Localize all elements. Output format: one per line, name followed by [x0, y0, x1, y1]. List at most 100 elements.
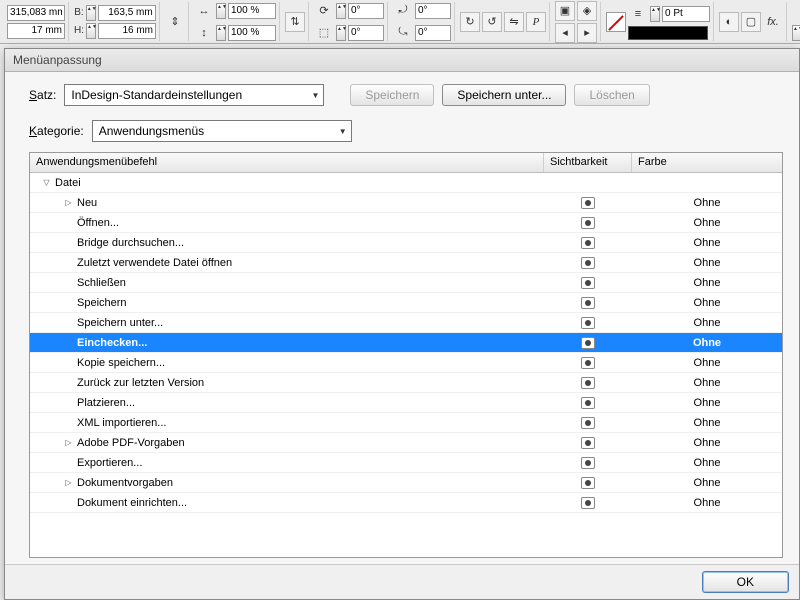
- cell-color[interactable]: Ohne: [632, 377, 782, 389]
- table-row[interactable]: Öffnen...Ohne: [30, 213, 782, 233]
- scaley-spin[interactable]: ▲▼: [216, 25, 226, 41]
- visibility-eye-icon[interactable]: [581, 197, 595, 209]
- rotate-cw-icon[interactable]: ↻: [460, 12, 480, 32]
- col-header-command[interactable]: Anwendungsmenübefehl: [30, 153, 544, 172]
- stroke-weight-input[interactable]: [662, 6, 710, 22]
- cell-color[interactable]: Ohne: [632, 217, 782, 229]
- shear-input[interactable]: [348, 25, 384, 41]
- table-row[interactable]: Platzieren...Ohne: [30, 393, 782, 413]
- y-input[interactable]: [7, 23, 65, 39]
- scalex-spin[interactable]: ▲▼: [216, 3, 226, 19]
- cell-color[interactable]: Ohne: [632, 417, 782, 429]
- height-input[interactable]: [98, 23, 156, 39]
- visibility-eye-icon[interactable]: [581, 457, 595, 469]
- cell-color[interactable]: Ohne: [632, 277, 782, 289]
- table-row[interactable]: SchließenOhne: [30, 273, 782, 293]
- ok-button[interactable]: OK: [702, 571, 789, 593]
- fill-none-swatch[interactable]: [606, 12, 626, 32]
- disclosure-icon[interactable]: ▷: [64, 198, 73, 207]
- stroke-style-swatch[interactable]: [628, 26, 708, 40]
- cell-color[interactable]: Ohne: [632, 337, 782, 349]
- shear-spin[interactable]: ▲▼: [336, 25, 346, 41]
- table-row[interactable]: Speichern unter...Ohne: [30, 313, 782, 333]
- opacity-spin[interactable]: ▲▼: [792, 25, 800, 41]
- grid-body[interactable]: ▽ Datei ▷NeuOhneÖffnen...OhneBridge durchs…: [30, 173, 782, 557]
- select-content-icon[interactable]: ◈: [577, 1, 597, 21]
- scale-x-input[interactable]: [228, 3, 276, 19]
- link-icon[interactable]: ⇕: [165, 12, 185, 32]
- table-row[interactable]: Kopie speichern... Ohne: [30, 353, 782, 373]
- width-spin[interactable]: ▲▼: [86, 5, 96, 21]
- visibility-eye-icon[interactable]: [581, 237, 595, 249]
- save-button[interactable]: Speichern: [350, 84, 434, 106]
- delete-button[interactable]: Löschen: [574, 84, 649, 106]
- select-container-icon[interactable]: ▣: [555, 1, 575, 21]
- visibility-eye-icon[interactable]: [581, 317, 595, 329]
- visibility-eye-icon[interactable]: [581, 377, 595, 389]
- visibility-eye-icon[interactable]: [581, 297, 595, 309]
- rotate2-input[interactable]: [415, 3, 451, 19]
- save-as-button[interactable]: Speichern unter...: [442, 84, 566, 106]
- shear2-input[interactable]: [415, 25, 451, 41]
- table-row[interactable]: Zurück zur letzten VersionOhne: [30, 373, 782, 393]
- scale-y-input[interactable]: [228, 25, 276, 41]
- visibility-eye-icon[interactable]: [581, 217, 595, 229]
- visibility-eye-icon[interactable]: [581, 397, 595, 409]
- table-row[interactable]: ▷NeuOhne: [30, 193, 782, 213]
- cell-color[interactable]: Ohne: [632, 437, 782, 449]
- cell-color[interactable]: Ohne: [632, 317, 782, 329]
- table-row[interactable]: Dokument einrichten...Ohne: [30, 493, 782, 513]
- command-label: Datei: [55, 177, 81, 189]
- select-next-icon[interactable]: ▸: [577, 23, 597, 43]
- fx-icon[interactable]: fx.: [763, 12, 783, 32]
- visibility-eye-icon[interactable]: [581, 257, 595, 269]
- flip-h-icon[interactable]: ⇋: [504, 12, 524, 32]
- cell-color[interactable]: Ohne: [632, 297, 782, 309]
- cell-color[interactable]: Ohne: [632, 237, 782, 249]
- cell-color[interactable]: Ohne: [632, 197, 782, 209]
- constrain-icon[interactable]: ⇅: [285, 12, 305, 32]
- select-prev-icon[interactable]: ◂: [555, 23, 575, 43]
- width-input[interactable]: [98, 5, 156, 21]
- height-spin[interactable]: ▲▼: [86, 23, 96, 39]
- cell-color[interactable]: Ohne: [632, 397, 782, 409]
- table-row[interactable]: ▷Adobe PDF-VorgabenOhne: [30, 433, 782, 453]
- table-row[interactable]: ▷DokumentvorgabenOhne: [30, 473, 782, 493]
- x-input[interactable]: [7, 5, 65, 21]
- set-combo[interactable]: InDesign-Standardeinstellungen ▼: [64, 84, 324, 106]
- table-row[interactable]: SpeichernOhne: [30, 293, 782, 313]
- cell-color[interactable]: Ohne: [632, 357, 782, 369]
- visibility-eye-icon[interactable]: [581, 277, 595, 289]
- command-label: Kopie speichern...: [77, 357, 165, 369]
- visibility-eye-icon[interactable]: [581, 417, 595, 429]
- table-row[interactable]: Zuletzt verwendete Datei öffnenOhne: [30, 253, 782, 273]
- disclosure-icon[interactable]: ▷: [64, 478, 73, 487]
- disclosure-icon[interactable]: ▷: [64, 438, 73, 447]
- visibility-eye-icon[interactable]: [581, 437, 595, 449]
- drop-shadow-icon[interactable]: ▢: [741, 12, 761, 32]
- table-row[interactable]: Bridge durchsuchen...Ohne: [30, 233, 782, 253]
- stroke-spin[interactable]: ▲▼: [650, 6, 660, 22]
- rotate-input[interactable]: [348, 3, 384, 19]
- table-row[interactable]: ▽ Datei: [30, 173, 782, 193]
- col-header-visibility[interactable]: Sichtbarkeit: [544, 153, 632, 172]
- cell-color[interactable]: Ohne: [632, 257, 782, 269]
- cell-color[interactable]: Ohne: [632, 477, 782, 489]
- visibility-eye-icon[interactable]: [581, 357, 595, 369]
- rot-spin[interactable]: ▲▼: [336, 3, 346, 19]
- category-combo[interactable]: Anwendungsmenüs ▼: [92, 120, 352, 142]
- p-icon[interactable]: P: [526, 12, 546, 32]
- cell-color[interactable]: Ohne: [632, 497, 782, 509]
- opacity-icon[interactable]: ◐: [719, 12, 739, 32]
- table-row[interactable]: Exportieren...Ohne: [30, 453, 782, 473]
- disclosure-icon[interactable]: ▽: [42, 178, 51, 187]
- table-row[interactable]: XML importieren...Ohne: [30, 413, 782, 433]
- col-header-color[interactable]: Farbe: [632, 153, 782, 172]
- visibility-eye-icon[interactable]: [581, 477, 595, 489]
- rotate-ccw-icon[interactable]: ↺: [482, 12, 502, 32]
- visibility-eye-icon[interactable]: [581, 337, 595, 349]
- table-row[interactable]: Einchecken...Ohne: [30, 333, 782, 353]
- visibility-eye-icon[interactable]: [581, 497, 595, 509]
- cell-color[interactable]: Ohne: [632, 457, 782, 469]
- dialog-title: Menüanpassung: [5, 49, 799, 72]
